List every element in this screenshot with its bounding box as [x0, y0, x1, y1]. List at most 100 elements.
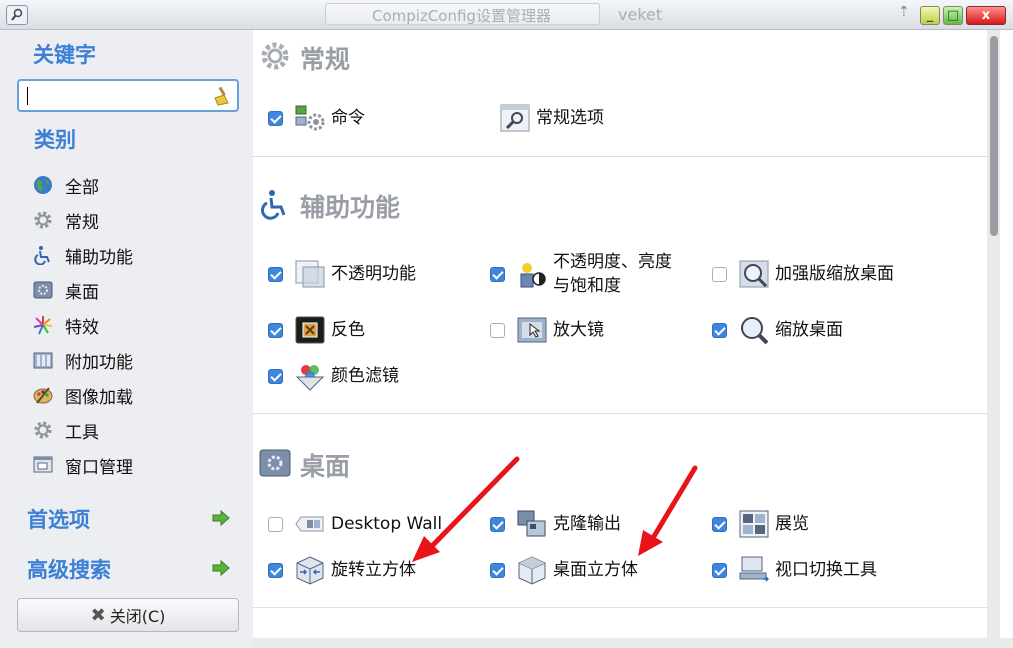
plugin-negative[interactable]: 反色	[268, 315, 365, 345]
category-label: 窗口管理	[65, 457, 133, 478]
plugin-checkbox[interactable]	[712, 266, 727, 282]
gear-icon	[32, 419, 54, 441]
plugin-label: 展览	[775, 514, 809, 534]
general-options-icon	[500, 103, 530, 133]
plugin-checkbox[interactable]	[268, 110, 283, 126]
effects-icon	[32, 314, 54, 336]
plugin-label: 命令	[331, 108, 365, 128]
plugin-checkbox[interactable]	[712, 562, 727, 578]
category-image-loading[interactable]: 图像加载	[32, 384, 133, 408]
plugin-command[interactable]: 命令	[268, 103, 365, 133]
maximize-icon: □	[946, 8, 960, 23]
plugin-checkbox[interactable]	[490, 562, 505, 578]
group-desktop-header: 桌面	[259, 447, 350, 483]
category-extras[interactable]: 附加功能	[32, 349, 133, 373]
plugin-clone-output[interactable]: 克隆输出	[490, 509, 621, 539]
plugin-checkbox[interactable]	[268, 322, 283, 338]
keyword-heading: 关键字	[33, 43, 96, 67]
minimize-button[interactable]: _	[920, 6, 940, 25]
category-effects[interactable]: 特效	[32, 314, 99, 338]
plugin-opacity[interactable]: 不透明功能	[268, 259, 416, 289]
group-accessibility-header: 辅助功能	[259, 188, 400, 224]
plugin-label: 克隆输出	[553, 514, 621, 534]
magnifier-icon	[517, 315, 547, 345]
group-title: 桌面	[300, 452, 351, 481]
close-icon: x	[981, 8, 991, 23]
category-desktop[interactable]: 桌面	[32, 279, 99, 303]
clear-search-icon[interactable]	[212, 86, 232, 110]
close-button[interactable]: ✖ 关闭(C)	[17, 598, 239, 632]
plugin-checkbox[interactable]	[268, 562, 283, 578]
plugin-checkbox[interactable]	[268, 516, 283, 532]
category-label: 特效	[65, 317, 99, 338]
group-divider	[253, 156, 988, 157]
plugin-viewport-switcher[interactable]: 视口切换工具	[712, 555, 877, 585]
extras-icon	[32, 349, 54, 371]
plugin-checkbox[interactable]	[268, 368, 283, 384]
viewport-switcher-icon	[739, 555, 769, 585]
group-divider	[253, 413, 988, 414]
negative-icon	[295, 315, 325, 345]
plugin-label: 不透明功能	[331, 264, 416, 284]
image-loading-icon	[32, 384, 54, 406]
preferences-link[interactable]: 首选项	[27, 504, 90, 534]
advanced-search-link[interactable]: 高级搜索	[27, 554, 111, 584]
plugin-label: 加强版缩放桌面	[775, 264, 894, 284]
plugin-label: 旋转立方体	[331, 560, 416, 580]
plugin-rotate-cube[interactable]: 旋转立方体	[268, 555, 416, 585]
color-filter-icon	[295, 361, 325, 391]
group-title: 常规	[300, 45, 351, 74]
plugin-color-filter[interactable]: 颜色滤镜	[268, 361, 399, 391]
plugin-checkbox[interactable]	[490, 322, 505, 338]
category-window-management[interactable]: 窗口管理	[32, 454, 133, 478]
category-tools[interactable]: 工具	[32, 419, 99, 443]
opacity-icon	[295, 259, 325, 289]
plugin-checkbox[interactable]	[268, 266, 283, 282]
shade-up-icon[interactable]: ⇡	[898, 4, 910, 20]
plugin-checkbox[interactable]	[490, 266, 505, 282]
window-management-icon	[32, 454, 54, 476]
plugin-checkbox[interactable]	[712, 516, 727, 532]
category-heading: 类别	[34, 128, 76, 152]
brightness-icon	[517, 259, 547, 289]
plugin-expo[interactable]: 展览	[712, 509, 809, 539]
desktop-wall-icon	[295, 509, 325, 539]
plugin-general-options[interactable]: 常规选项	[500, 103, 604, 133]
plugin-label: 常规选项	[536, 108, 604, 128]
category-all[interactable]: 全部	[32, 174, 99, 198]
group-title: 辅助功能	[300, 193, 401, 222]
category-label: 工具	[65, 422, 99, 443]
arrow-right-icon[interactable]	[212, 509, 230, 530]
scrollbar-thumb[interactable]	[990, 36, 998, 236]
plugin-opacity-brightness-saturation[interactable]: 不透明度、亮度 与饱和度	[490, 250, 672, 298]
gear-icon	[32, 209, 54, 231]
plugin-label: 缩放桌面	[775, 320, 843, 340]
maximize-button[interactable]: □	[943, 6, 963, 25]
plugin-label: 视口切换工具	[775, 560, 877, 580]
window-title: CompizConfig设置管理器	[372, 7, 551, 25]
plugin-label: 反色	[331, 320, 365, 340]
category-accessibility[interactable]: 辅助功能	[32, 244, 133, 268]
plugin-magnifier[interactable]: 放大镜	[490, 315, 604, 345]
text-caret	[27, 87, 28, 105]
search-input[interactable]	[17, 79, 239, 112]
category-general[interactable]: 常规	[32, 209, 99, 233]
window-user: veket	[618, 5, 663, 24]
group-divider	[253, 607, 988, 608]
title-bar[interactable]: CompizConfig设置管理器 veket ⇡ _ □ x	[0, 0, 1013, 30]
close-icon: ✖	[90, 604, 106, 626]
close-window-button[interactable]: x	[966, 6, 1006, 25]
enhanced-zoom-icon	[739, 259, 769, 289]
plugin-desktop-wall[interactable]: Desktop Wall	[268, 509, 442, 539]
plugin-enhanced-zoom[interactable]: 加强版缩放桌面	[712, 259, 894, 289]
plugin-zoom-desktop[interactable]: 缩放桌面	[712, 315, 843, 345]
plugin-checkbox[interactable]	[490, 516, 505, 532]
gear-icon	[259, 40, 291, 76]
accessibility-icon	[32, 244, 54, 266]
plugin-label-group: 不透明度、亮度 与饱和度	[553, 250, 672, 298]
plugin-label: 颜色滤镜	[331, 366, 399, 386]
arrow-right-icon[interactable]	[212, 559, 230, 580]
plugin-checkbox[interactable]	[712, 322, 727, 338]
plugin-desktop-cube[interactable]: 桌面立方体	[490, 555, 638, 585]
app-menu-icon[interactable]	[6, 5, 28, 25]
